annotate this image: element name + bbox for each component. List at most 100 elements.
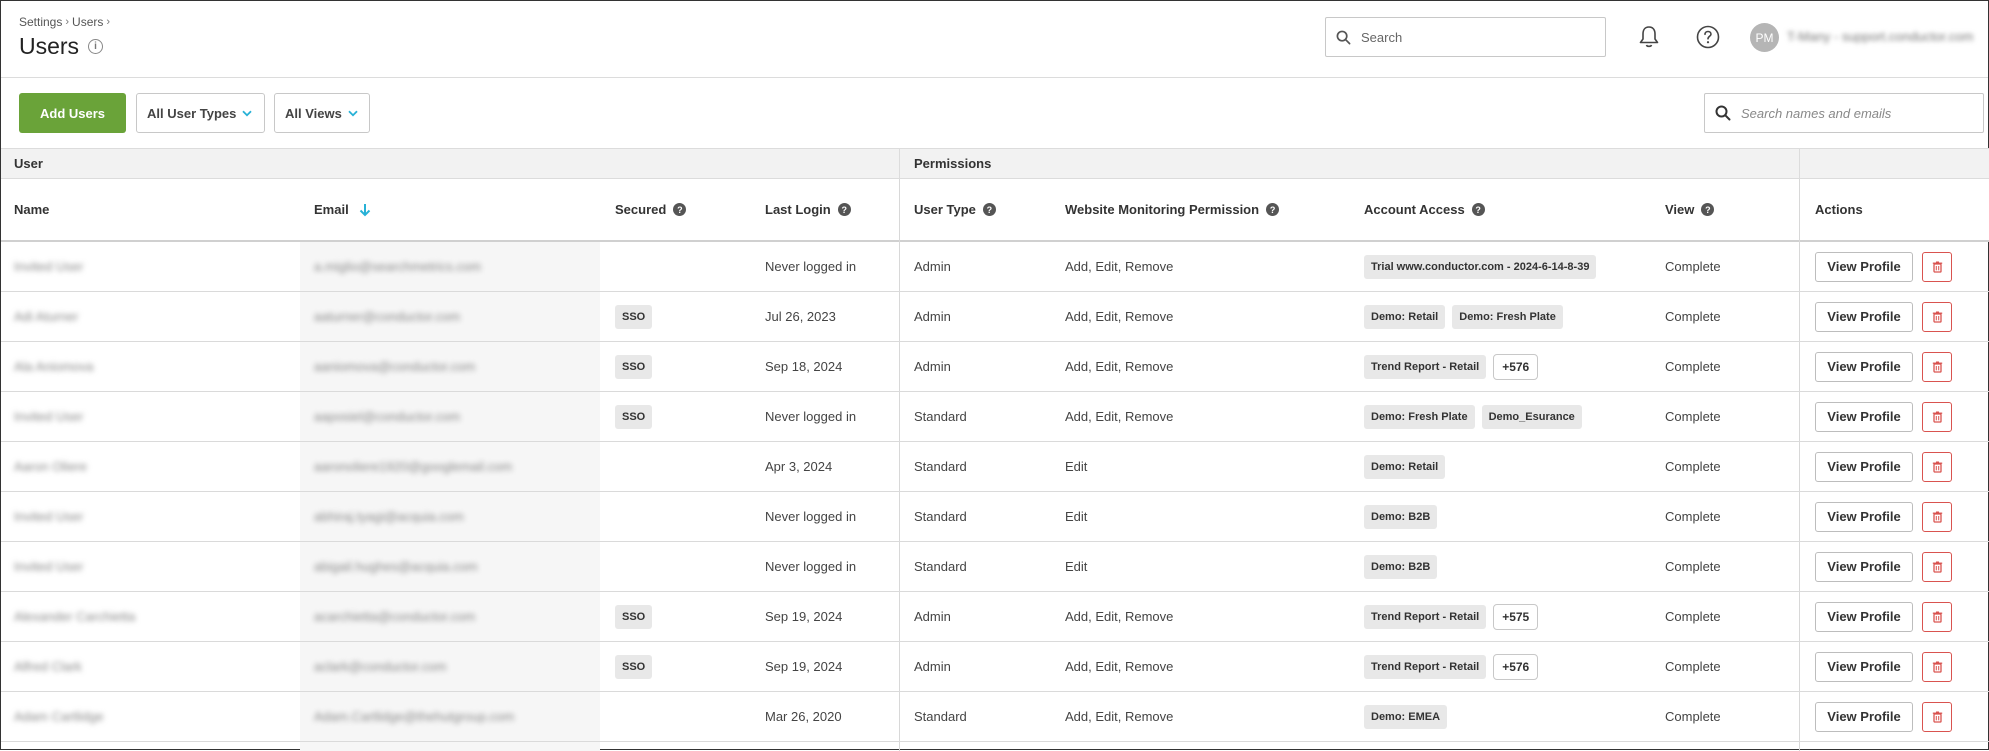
delete-user-button[interactable] bbox=[1922, 601, 1952, 632]
col-user-type-label: User Type bbox=[914, 202, 976, 217]
delete-user-button[interactable] bbox=[1922, 351, 1952, 382]
col-account-access: Account Access ? bbox=[1364, 179, 1485, 240]
view-profile-button[interactable]: View Profile bbox=[1815, 701, 1913, 732]
table-search-input[interactable] bbox=[1739, 104, 1974, 122]
question-icon[interactable]: ? bbox=[982, 203, 996, 216]
last-login: Never logged in bbox=[765, 409, 857, 424]
actions-cell: View Profile bbox=[1815, 392, 1952, 441]
delete-user-button[interactable] bbox=[1922, 701, 1952, 732]
delete-user-button[interactable] bbox=[1922, 251, 1952, 282]
add-users-button[interactable]: Add Users bbox=[19, 93, 126, 133]
account-access-tag: Trend Report - Retail bbox=[1364, 354, 1487, 379]
user-email: abhiraj.tyagi@acquia.com bbox=[314, 509, 464, 524]
view-value: Complete bbox=[1665, 359, 1721, 374]
view-profile-button[interactable]: View Profile bbox=[1815, 601, 1913, 632]
delete-user-button[interactable] bbox=[1922, 551, 1952, 582]
bell-icon[interactable] bbox=[1637, 24, 1661, 50]
delete-user-button[interactable] bbox=[1922, 301, 1952, 332]
user-name[interactable]: Invited User bbox=[14, 492, 83, 541]
view-value: Complete bbox=[1665, 309, 1721, 324]
view-profile-button[interactable]: View Profile bbox=[1815, 551, 1913, 582]
page-header: Settings › Users › Users i PM T-Many - s… bbox=[1, 1, 1988, 78]
account-access: Trend Report - Retail +575 bbox=[1364, 592, 1539, 641]
account-access: Trend Report - Retail +576 bbox=[1364, 642, 1539, 691]
user-type: Standard bbox=[914, 509, 967, 524]
user-name[interactable]: Invited User bbox=[14, 242, 83, 291]
view-profile-button[interactable]: View Profile bbox=[1815, 451, 1913, 482]
account-access-tag: Demo: B2B bbox=[1364, 504, 1438, 529]
last-login: Sep 19, 2024 bbox=[765, 659, 843, 674]
actions-cell: View Profile bbox=[1815, 692, 1952, 741]
help-circle-icon[interactable] bbox=[1696, 25, 1720, 49]
delete-user-button[interactable] bbox=[1922, 651, 1952, 682]
col-name[interactable]: Name bbox=[14, 179, 49, 240]
actions-cell: View Profile bbox=[1815, 342, 1952, 391]
view-profile-button[interactable]: View Profile bbox=[1815, 651, 1913, 682]
actions-cell: View Profile bbox=[1815, 592, 1952, 641]
wmp-permission: Add, Edit, Remove bbox=[1065, 259, 1174, 274]
more-accounts-badge[interactable]: +576 bbox=[1493, 653, 1539, 680]
search-icon bbox=[1336, 30, 1351, 44]
user-name[interactable]: Adi Aturner bbox=[14, 292, 78, 341]
view-profile-button[interactable]: View Profile bbox=[1815, 251, 1913, 282]
sso-badge: SSO bbox=[615, 604, 653, 629]
user-name[interactable]: Invited User bbox=[14, 542, 83, 591]
col-user-type: User Type ? bbox=[914, 179, 996, 240]
last-login: Never logged in bbox=[765, 559, 857, 574]
question-icon[interactable]: ? bbox=[1266, 203, 1280, 216]
toolbar: Add Users All User Types All Views bbox=[1, 78, 1988, 148]
account-access-tag: Demo: Fresh Plate bbox=[1452, 304, 1563, 329]
chevron-right-icon: › bbox=[65, 16, 70, 28]
account-name[interactable]: T-Many - support.conductor.com bbox=[1787, 29, 1985, 44]
trash-icon bbox=[1932, 261, 1942, 273]
account-access: Trend Report - Retail +576 bbox=[1364, 342, 1539, 391]
wmp-permission: Edit bbox=[1065, 459, 1088, 474]
views-dropdown[interactable]: All Views bbox=[274, 93, 370, 133]
account-access: Trial www.conductor.com - 2024-6-14-8-39 bbox=[1364, 242, 1603, 291]
user-name[interactable]: Ala Aniomova bbox=[14, 342, 94, 391]
user-name[interactable]: Adam Cartlidge bbox=[14, 692, 104, 741]
wmp-permission: Edit bbox=[1065, 559, 1088, 574]
table-search[interactable] bbox=[1704, 93, 1984, 133]
question-icon[interactable]: ? bbox=[837, 203, 851, 216]
breadcrumb-settings[interactable]: Settings bbox=[19, 15, 62, 29]
view-profile-button[interactable]: View Profile bbox=[1815, 401, 1913, 432]
view-profile-button[interactable]: View Profile bbox=[1815, 501, 1913, 532]
account-access-tag: Trend Report - Retail bbox=[1364, 604, 1487, 629]
arrow-down-icon[interactable] bbox=[359, 203, 371, 217]
user-types-dropdown[interactable]: All User Types bbox=[136, 93, 265, 133]
user-name[interactable]: Aaron Oliere bbox=[14, 442, 87, 491]
view-profile-button[interactable]: View Profile bbox=[1815, 351, 1913, 382]
question-icon[interactable]: ? bbox=[1471, 203, 1485, 216]
delete-user-button[interactable] bbox=[1922, 401, 1952, 432]
view-profile-button[interactable]: View Profile bbox=[1815, 301, 1913, 332]
more-accounts-badge[interactable]: +575 bbox=[1493, 603, 1539, 630]
breadcrumb-users[interactable]: Users bbox=[72, 15, 103, 29]
col-wmp-label: Website Monitoring Permission bbox=[1065, 202, 1260, 217]
delete-user-button[interactable] bbox=[1922, 501, 1952, 532]
user-name[interactable]: Alexander Carchietta bbox=[14, 592, 135, 641]
trash-icon bbox=[1932, 461, 1942, 473]
view-value: Complete bbox=[1665, 659, 1721, 674]
account-access: Demo: Retail bbox=[1364, 442, 1452, 491]
wmp-permission: Add, Edit, Remove bbox=[1065, 659, 1174, 674]
account-access: Demo: B2B bbox=[1364, 492, 1444, 541]
avatar[interactable]: PM bbox=[1750, 23, 1779, 52]
view-value: Complete bbox=[1665, 559, 1721, 574]
col-email[interactable]: Email bbox=[314, 179, 371, 240]
question-icon[interactable]: ? bbox=[1701, 203, 1715, 216]
table-row: Adi Aturner aaturner@conductor.com SSO J… bbox=[1, 292, 1989, 342]
trash-icon bbox=[1932, 311, 1942, 323]
last-login: Apr 3, 2024 bbox=[765, 459, 833, 474]
user-name[interactable]: Alfred Clark bbox=[14, 642, 82, 691]
delete-user-button[interactable] bbox=[1922, 451, 1952, 482]
user-name[interactable]: Invited User bbox=[14, 392, 83, 441]
last-login: Never logged in bbox=[765, 509, 857, 524]
last-login: Never logged in bbox=[765, 259, 857, 274]
global-search[interactable] bbox=[1325, 17, 1606, 57]
table-group-header: User Permissions bbox=[1, 148, 1989, 179]
question-icon[interactable]: ? bbox=[673, 203, 687, 216]
more-accounts-badge[interactable]: +576 bbox=[1493, 353, 1539, 380]
global-search-input[interactable] bbox=[1359, 28, 1579, 46]
info-icon[interactable]: i bbox=[88, 39, 104, 54]
